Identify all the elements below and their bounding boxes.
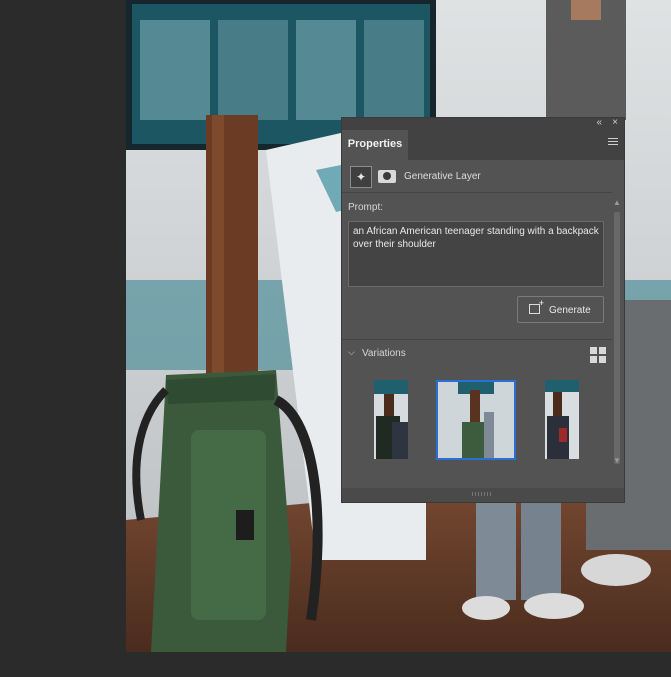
variation-thumbnail-1[interactable] [374, 380, 408, 459]
prompt-label: Prompt: [348, 202, 384, 213]
variation-thumbnail-2-selected[interactable] [436, 380, 516, 460]
panel-title-bar[interactable]: « × [342, 117, 624, 130]
scroll-down-icon[interactable]: ▼ [613, 456, 621, 465]
properties-panel: « × Properties ✦ Generative Layer Prompt… [341, 117, 625, 503]
section-divider [342, 339, 612, 340]
layer-mask-icon[interactable] [378, 170, 396, 183]
generate-button-label: Generate [549, 305, 591, 316]
chevron-down-icon[interactable]: ⌵ [348, 347, 355, 358]
panel-footer [342, 488, 624, 502]
panel-menu-icon[interactable] [608, 138, 618, 147]
variations-header[interactable]: ⌵ Variations [348, 347, 606, 363]
grid-view-icon[interactable] [590, 347, 606, 363]
panel-scrollbar[interactable]: ▲ ▼ [612, 198, 622, 468]
generate-icon [529, 298, 544, 314]
generative-layer-icon[interactable]: ✦ [350, 166, 372, 188]
close-panel-icon[interactable]: × [612, 117, 618, 129]
layer-type-row: ✦ Generative Layer [350, 166, 610, 188]
scroll-up-icon[interactable]: ▲ [613, 198, 621, 207]
layer-name: Generative Layer [404, 171, 481, 182]
variations-label: Variations [362, 348, 406, 359]
variation-thumbnail-3[interactable] [545, 380, 579, 459]
resize-grip-icon[interactable] [472, 492, 492, 496]
tab-properties[interactable]: Properties [342, 130, 408, 160]
generate-button[interactable]: Generate [517, 296, 604, 323]
panel-tab-bar: Properties [342, 130, 624, 160]
section-divider [342, 192, 612, 193]
collapse-panel-icon[interactable]: « [596, 117, 602, 129]
prompt-input[interactable]: an African American teenager standing wi… [348, 221, 604, 287]
scroll-thumb[interactable] [614, 212, 620, 464]
